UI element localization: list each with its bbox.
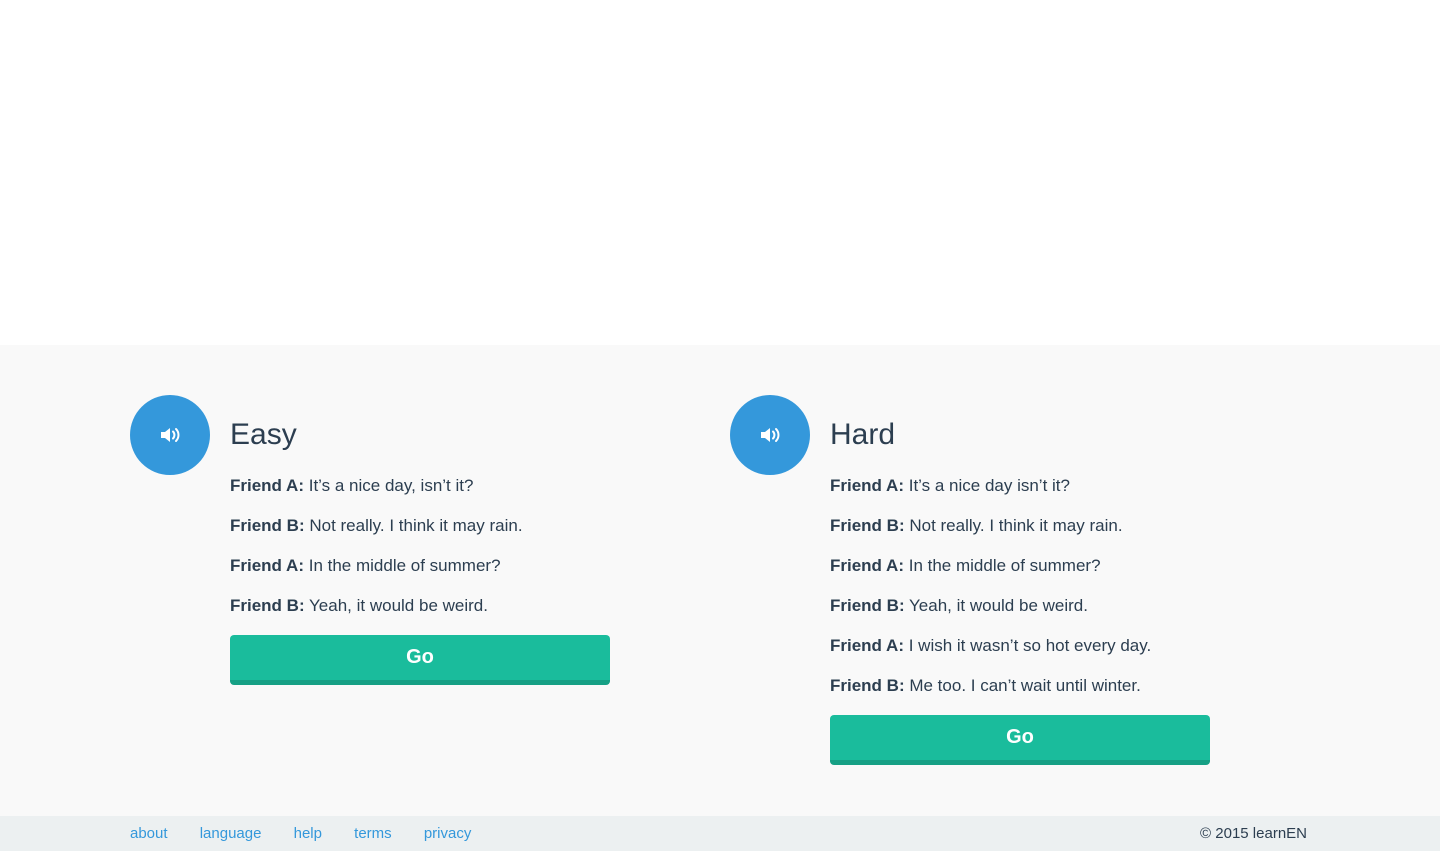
speaker-label: Friend A: (830, 556, 904, 575)
speaker-label: Friend A: (830, 636, 904, 655)
top-blank-area (0, 0, 1440, 345)
line-text: In the middle of summer? (908, 556, 1101, 575)
speaker-volume-icon (161, 428, 180, 442)
hard-audio-button[interactable] (730, 395, 810, 475)
footer-link-help[interactable]: help (294, 825, 322, 842)
easy-go-button[interactable]: Go (230, 635, 610, 685)
easy-title: Easy (230, 418, 297, 451)
dialog-line: Friend A: I wish it wasn’t so hot every … (830, 635, 1210, 675)
dialog-line: Friend A: In the middle of summer? (830, 555, 1210, 595)
hard-title: Hard (830, 418, 896, 451)
speaker-label: Friend A: (230, 476, 304, 495)
speaker-label: Friend A: (830, 476, 904, 495)
dialog-line: Friend B: Not really. I think it may rai… (230, 515, 610, 555)
footer-link-terms[interactable]: terms (354, 825, 392, 842)
easy-dialog: Friend A: It’s a nice day, isn’t it? Fri… (230, 475, 610, 635)
speaker-label: Friend A: (230, 556, 304, 575)
line-text: Yeah, it would be weird. (909, 596, 1088, 615)
speaker-label: Friend B: (830, 516, 905, 535)
line-text: Yeah, it would be weird. (309, 596, 488, 615)
line-text: It’s a nice day isn’t it? (908, 476, 1070, 495)
speaker-label: Friend B: (230, 516, 305, 535)
footer-link-about[interactable]: about (130, 825, 168, 842)
line-text: I wish it wasn’t so hot every day. (908, 636, 1152, 655)
line-text: Not really. I think it may rain. (909, 516, 1123, 535)
speaker-label: Friend B: (230, 596, 305, 615)
line-text: It’s a nice day, isn’t it? (308, 476, 474, 495)
hard-dialog: Friend A: It’s a nice day isn’t it? Frie… (830, 475, 1210, 715)
easy-audio-button[interactable] (130, 395, 210, 475)
speaker-label: Friend B: (830, 596, 905, 615)
line-text: Me too. I can’t wait until winter. (909, 676, 1141, 695)
dialog-line: Friend B: Yeah, it would be weird. (830, 595, 1210, 635)
hard-go-button[interactable]: Go (830, 715, 1210, 765)
footer-links: about language help terms privacy (130, 816, 499, 851)
dialog-line: Friend A: It’s a nice day isn’t it? (830, 475, 1210, 515)
footer-link-language[interactable]: language (200, 825, 262, 842)
speaker-label: Friend B: (830, 676, 905, 695)
speaker-volume-icon (761, 428, 780, 442)
dialog-line: Friend B: Not really. I think it may rai… (830, 515, 1210, 555)
hard-lesson-body: Hard Friend A: It’s a nice day isn’t it?… (830, 395, 1210, 765)
footer-link-privacy[interactable]: privacy (424, 825, 472, 842)
line-text: Not really. I think it may rain. (309, 516, 523, 535)
dialog-line: Friend A: In the middle of summer? (230, 555, 610, 595)
line-text: In the middle of summer? (308, 556, 501, 575)
dialog-line: Friend B: Me too. I can’t wait until win… (830, 675, 1210, 715)
dialog-line: Friend A: It’s a nice day, isn’t it? (230, 475, 610, 515)
easy-lesson-body: Easy Friend A: It’s a nice day, isn’t it… (230, 395, 610, 685)
lessons-section: Easy Friend A: It’s a nice day, isn’t it… (0, 345, 1440, 816)
footer: about language help terms privacy © 2015… (0, 816, 1440, 851)
dialog-line: Friend B: Yeah, it would be weird. (230, 595, 610, 635)
copyright: © 2015 learnEN (1200, 825, 1307, 842)
